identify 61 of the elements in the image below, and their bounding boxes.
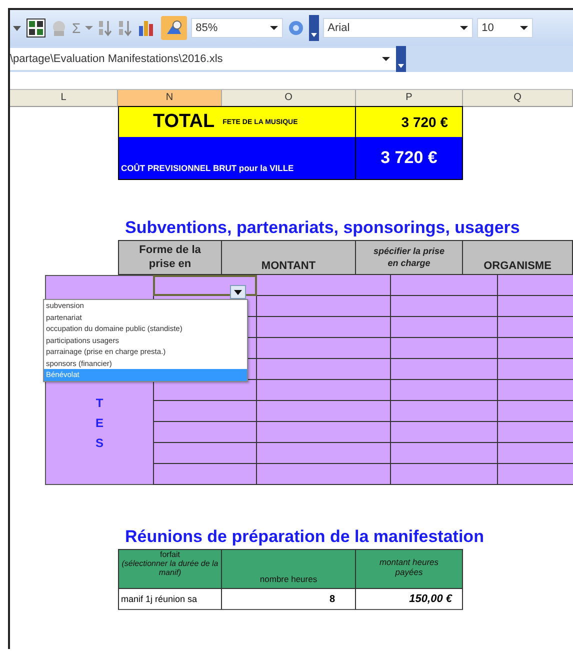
column-heading: Forme de la prise en xyxy=(118,240,222,275)
table-cell: 150,00 € xyxy=(356,589,463,610)
column-heading: nombre heures xyxy=(222,549,356,589)
selected-cell[interactable] xyxy=(153,275,257,296)
dropdown-arrow-icon[interactable] xyxy=(12,24,22,32)
cost-amount: 3 720 € xyxy=(356,137,463,180)
table-cell[interactable] xyxy=(257,296,391,317)
table-cell[interactable] xyxy=(257,422,391,443)
table-cell[interactable] xyxy=(257,275,391,296)
column-header[interactable]: Q xyxy=(463,90,573,107)
table-cell[interactable] xyxy=(153,443,257,464)
total-label: TOTAL xyxy=(153,111,215,133)
total-amount: 3 720 € xyxy=(356,106,463,137)
column-heading: MONTANT xyxy=(222,240,356,275)
table-cell: manif 1j réunion sa xyxy=(118,589,222,610)
table-cell[interactable] xyxy=(391,296,498,317)
table-cell[interactable] xyxy=(257,443,391,464)
caret-icon xyxy=(270,25,278,31)
sort-ascending-icon[interactable] xyxy=(96,19,113,37)
column-header[interactable]: N xyxy=(118,90,222,107)
cost-label: COÛT PREVISIONNEL BRUT pour la VILLE xyxy=(118,137,356,180)
table-cell[interactable] xyxy=(391,338,498,359)
table-cell[interactable] xyxy=(391,443,498,464)
table-cell[interactable] xyxy=(153,401,257,422)
dropdown-arrow-icon[interactable] xyxy=(84,25,93,31)
caret-icon xyxy=(460,25,468,31)
toolbar-options-icon[interactable] xyxy=(308,15,319,41)
grid-icon[interactable] xyxy=(26,18,46,38)
table-cell[interactable] xyxy=(391,380,498,401)
caret-icon xyxy=(382,56,390,62)
address-field[interactable]: \partage\Evaluation Manifestations\2016.xls xyxy=(10,48,396,70)
table-cell[interactable] xyxy=(257,401,391,422)
dropdown-arrow-button[interactable] xyxy=(230,285,246,299)
section-title: Réunions de préparation de la manifestation xyxy=(124,527,485,548)
table-cell[interactable] xyxy=(257,359,391,380)
drawing-icon[interactable] xyxy=(160,16,187,40)
toolbar-options-icon[interactable] xyxy=(396,46,406,72)
column-heading: forfait (sélectionner la durée de la manif) xyxy=(118,549,222,589)
zoom-dropdown[interactable]: 85% xyxy=(190,18,283,38)
table-cell[interactable] xyxy=(391,317,498,338)
table-cell[interactable] xyxy=(391,275,498,296)
table-cell[interactable] xyxy=(257,317,391,338)
table-cell[interactable] xyxy=(257,338,391,359)
table-cell[interactable] xyxy=(391,401,498,422)
table-cell[interactable] xyxy=(257,380,391,401)
table-cell[interactable] xyxy=(153,380,257,401)
table-cell[interactable] xyxy=(153,464,257,485)
table-cell[interactable] xyxy=(391,422,498,443)
column-heading: ORGANISME xyxy=(463,240,573,275)
table-cell[interactable] xyxy=(153,422,257,443)
sort-descending-icon[interactable] xyxy=(116,19,133,37)
font-size-dropdown[interactable]: 10 xyxy=(476,18,533,38)
column-heading: montant heures payées xyxy=(356,549,463,589)
table-cell[interactable] xyxy=(257,464,391,485)
section-title: Subventions, partenariats, sponsorings, usagers xyxy=(124,218,521,239)
caret-icon xyxy=(520,25,528,31)
table-cell[interactable] xyxy=(391,359,498,380)
table-cell[interactable] xyxy=(391,464,498,485)
column-heading: spécifier la prise en charge xyxy=(356,240,463,275)
table-cell: 8 xyxy=(222,589,356,610)
font-dropdown[interactable]: Arial xyxy=(322,18,473,38)
